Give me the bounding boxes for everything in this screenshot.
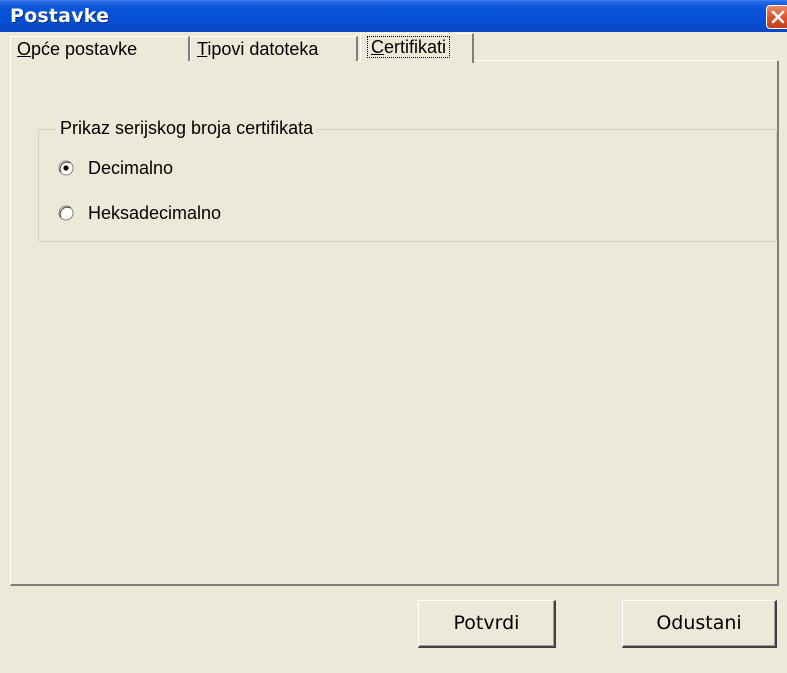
radio-decimal-label: Decimalno <box>88 158 174 178</box>
cancel-button[interactable]: Odustani <box>622 600 777 648</box>
tab-certificates-label: ertifikati <box>384 37 447 57</box>
title-bar[interactable]: Postavke <box>0 0 787 32</box>
tab-certificates-focus: Certifikati <box>367 36 451 58</box>
group-title: Prikaz serijskog broja certifikata <box>56 118 318 139</box>
close-icon <box>771 10 785 24</box>
tab-certificates-mnemonic: C <box>371 37 384 57</box>
tab-file-types-label: ipovi datoteka <box>207 39 319 59</box>
window-title: Postavke <box>10 5 110 27</box>
settings-dialog: Postavke Opće postavke Tipovi datoteka C… <box>0 0 787 673</box>
tab-general-settings[interactable]: Opće postavke <box>10 36 190 61</box>
tab-file-types[interactable]: Tipovi datoteka <box>190 36 358 61</box>
close-button[interactable] <box>766 5 787 29</box>
radio-checked-icon[interactable] <box>58 160 74 176</box>
radio-unchecked-icon[interactable] <box>58 205 74 221</box>
tab-certificates[interactable]: Certifikati <box>360 33 474 63</box>
serial-number-group <box>38 129 777 242</box>
tab-file-types-mnemonic: T <box>197 39 208 59</box>
tab-general-mnemonic: O <box>17 39 32 59</box>
radio-hexadecimal-label: Heksadecimalno <box>88 203 222 223</box>
tab-general-label: pće postavke <box>31 39 138 59</box>
confirm-button[interactable]: Potvrdi <box>418 600 556 648</box>
